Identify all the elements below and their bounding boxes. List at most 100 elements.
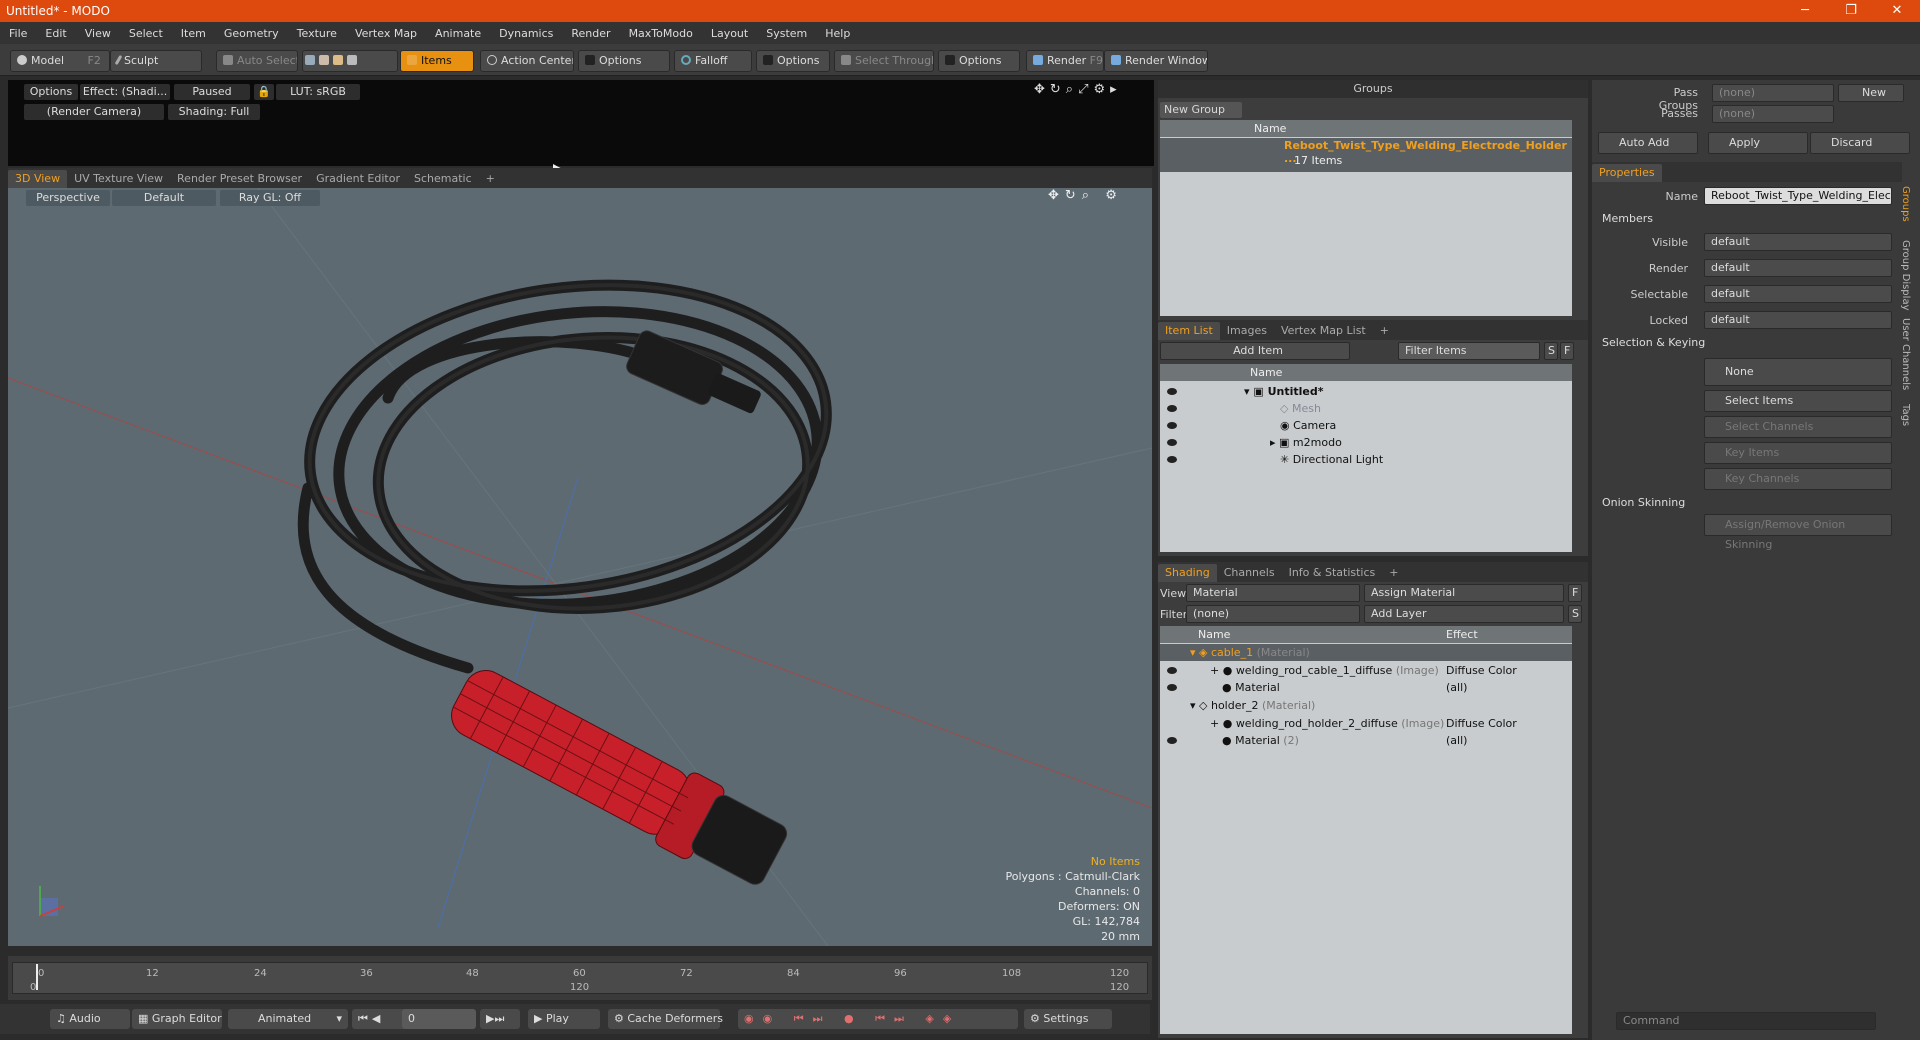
menu-dynamics[interactable]: Dynamics: [490, 27, 562, 40]
auto-select-button[interactable]: Auto Select: [216, 50, 298, 72]
preview-options-button[interactable]: Options: [24, 84, 78, 100]
tab-gradient-editor[interactable]: Gradient Editor: [309, 170, 407, 188]
step-forward-buttons[interactable]: ▶⏭: [480, 1009, 520, 1029]
item-list-s-button[interactable]: S: [1544, 342, 1558, 360]
shading-s-button[interactable]: S: [1568, 605, 1582, 623]
record-key-icons[interactable]: ◉◉ ⏮⏭ ● ⏮⏭ ◈◈: [738, 1009, 1018, 1029]
group-row[interactable]: Reboot_Twist_Type_Welding_Electrode_Hold…: [1160, 138, 1572, 172]
menu-file[interactable]: File: [0, 27, 36, 40]
menu-help[interactable]: Help: [816, 27, 859, 40]
apply-button[interactable]: Apply: [1708, 132, 1808, 154]
filter-dropdown[interactable]: (none): [1186, 605, 1360, 623]
materials-mode-icon[interactable]: [347, 55, 357, 65]
shading-f-button[interactable]: F: [1568, 584, 1582, 602]
model-mode-button[interactable]: Model F2: [10, 50, 110, 72]
shader-effect-header[interactable]: Effect: [1446, 626, 1478, 643]
select-channels-button[interactable]: Select Channels: [1704, 416, 1892, 438]
edges-mode-icon[interactable]: [319, 55, 329, 65]
polygons-mode-icon[interactable]: [333, 55, 343, 65]
selectable-dropdown[interactable]: default: [1704, 285, 1892, 303]
falloff-button[interactable]: Falloff: [674, 50, 752, 72]
tab-item-list[interactable]: Item List: [1158, 322, 1220, 340]
menu-edit[interactable]: Edit: [36, 27, 75, 40]
members-section[interactable]: Members: [1602, 212, 1653, 225]
onion-skinning-button[interactable]: Assign/Remove Onion Skinning: [1704, 514, 1892, 551]
tab-channels[interactable]: Channels: [1217, 564, 1282, 582]
add-tab-button[interactable]: +: [1382, 564, 1405, 582]
eye-icon[interactable]: [1167, 456, 1177, 463]
render-window-button[interactable]: Render Window: [1104, 50, 1208, 72]
falloff-options-button[interactable]: Options: [756, 50, 830, 72]
tab-uv-texture-view[interactable]: UV Texture View: [67, 170, 170, 188]
key-channels-button[interactable]: Key Channels: [1704, 468, 1892, 490]
item-name-header[interactable]: Name: [1160, 364, 1572, 381]
action-center-button[interactable]: Action Center: [480, 50, 574, 72]
side-tab-tags[interactable]: Tags: [1900, 404, 1911, 426]
preview-lut-dropdown[interactable]: LUT: sRGB: [276, 84, 360, 100]
tab-properties[interactable]: Properties: [1592, 164, 1662, 182]
items-mode-button[interactable]: Items: [400, 50, 474, 72]
menu-select[interactable]: Select: [120, 27, 172, 40]
shader-row-cable-diffuse[interactable]: + ● welding_rod_cable_1_diffuse (Image): [1210, 662, 1439, 679]
settings-button[interactable]: ⚙ Settings: [1024, 1009, 1112, 1029]
add-item-dropdown[interactable]: Add Item: [1160, 342, 1350, 360]
add-tab-button[interactable]: +: [1373, 322, 1396, 340]
holder-diffuse-effect[interactable]: Diffuse Color: [1446, 715, 1517, 732]
audio-button[interactable]: ♫ Audio: [50, 1009, 130, 1029]
preview-effect-dropdown[interactable]: Effect: (Shadi...: [80, 84, 170, 100]
menu-animate[interactable]: Animate: [426, 27, 490, 40]
tab-vertex-map-list[interactable]: Vertex Map List: [1274, 322, 1373, 340]
view-dropdown[interactable]: Material: [1186, 584, 1360, 602]
item-m2modo[interactable]: ▸ ▣ m2modo: [1270, 434, 1342, 451]
tab-schematic[interactable]: Schematic: [407, 170, 479, 188]
side-tab-groups[interactable]: Groups: [1900, 186, 1911, 222]
tab-info-statistics[interactable]: Info & Statistics: [1282, 564, 1383, 582]
key-items-button[interactable]: Key Items: [1704, 442, 1892, 464]
none-button[interactable]: None: [1704, 358, 1892, 386]
eye-icon[interactable]: [1167, 737, 1177, 744]
shader-row-cable[interactable]: ▾ ◈ cable_1 (Material): [1190, 644, 1310, 661]
eye-icon[interactable]: [1167, 439, 1177, 446]
filter-items-input[interactable]: Filter Items: [1398, 342, 1540, 360]
shader-row-material[interactable]: ● Material: [1222, 679, 1280, 696]
frame-input[interactable]: 0: [402, 1009, 476, 1029]
shader-row-material-2[interactable]: ● Material (2): [1222, 732, 1299, 749]
eye-icon[interactable]: [1167, 422, 1177, 429]
item-list-f-button[interactable]: F: [1560, 342, 1574, 360]
preview-shading-dropdown[interactable]: Shading: Full: [168, 104, 260, 120]
close-button[interactable]: ✕: [1874, 0, 1920, 22]
preview-paused-toggle[interactable]: Paused: [174, 84, 250, 100]
preview-nav-icons[interactable]: ✥↻⌕⤢⚙▸: [1034, 82, 1122, 97]
add-tab-button[interactable]: +: [479, 170, 502, 188]
menu-vertex-map[interactable]: Vertex Map: [346, 27, 426, 40]
auto-add-button[interactable]: Auto Add: [1598, 132, 1698, 154]
tab-images[interactable]: Images: [1220, 322, 1274, 340]
shader-row-holder-diffuse[interactable]: + ● welding_rod_holder_2_diffuse (Image): [1210, 715, 1444, 732]
vertices-mode-icon[interactable]: [305, 55, 315, 65]
discard-button[interactable]: Discard: [1810, 132, 1910, 154]
minimize-button[interactable]: ─: [1782, 0, 1828, 22]
shader-name-header[interactable]: Name: [1198, 626, 1230, 643]
groups-name-header[interactable]: Name: [1160, 120, 1572, 137]
onion-skinning-section[interactable]: Onion Skinning: [1602, 496, 1685, 509]
side-tab-group-display[interactable]: Group Display: [1900, 240, 1911, 310]
play-button[interactable]: ▶ Play: [528, 1009, 600, 1029]
passes-dropdown[interactable]: (none): [1712, 105, 1834, 123]
3d-viewport[interactable]: [8, 188, 1152, 946]
add-layer-dropdown[interactable]: Add Layer: [1364, 605, 1564, 623]
raygl-toggle[interactable]: Ray GL: Off: [220, 190, 320, 206]
assign-material-dropdown[interactable]: Assign Material: [1364, 584, 1564, 602]
style-dropdown[interactable]: Default: [112, 190, 216, 206]
new-pass-button[interactable]: New: [1838, 84, 1904, 102]
eye-icon[interactable]: [1167, 405, 1177, 412]
tab-render-preset-browser[interactable]: Render Preset Browser: [170, 170, 309, 188]
animated-dropdown[interactable]: Animated ▾: [228, 1009, 348, 1029]
menu-system[interactable]: System: [757, 27, 816, 40]
new-group-button[interactable]: New Group: [1160, 102, 1242, 118]
menu-item[interactable]: Item: [172, 27, 215, 40]
material-effect[interactable]: (all): [1446, 679, 1467, 696]
side-tab-user-channels[interactable]: User Channels: [1900, 318, 1911, 390]
action-options-button[interactable]: Options: [578, 50, 670, 72]
shader-row-holder[interactable]: ▾ ◇ holder_2 (Material): [1190, 697, 1315, 714]
item-directional-light[interactable]: ✳ Directional Light: [1280, 451, 1383, 468]
